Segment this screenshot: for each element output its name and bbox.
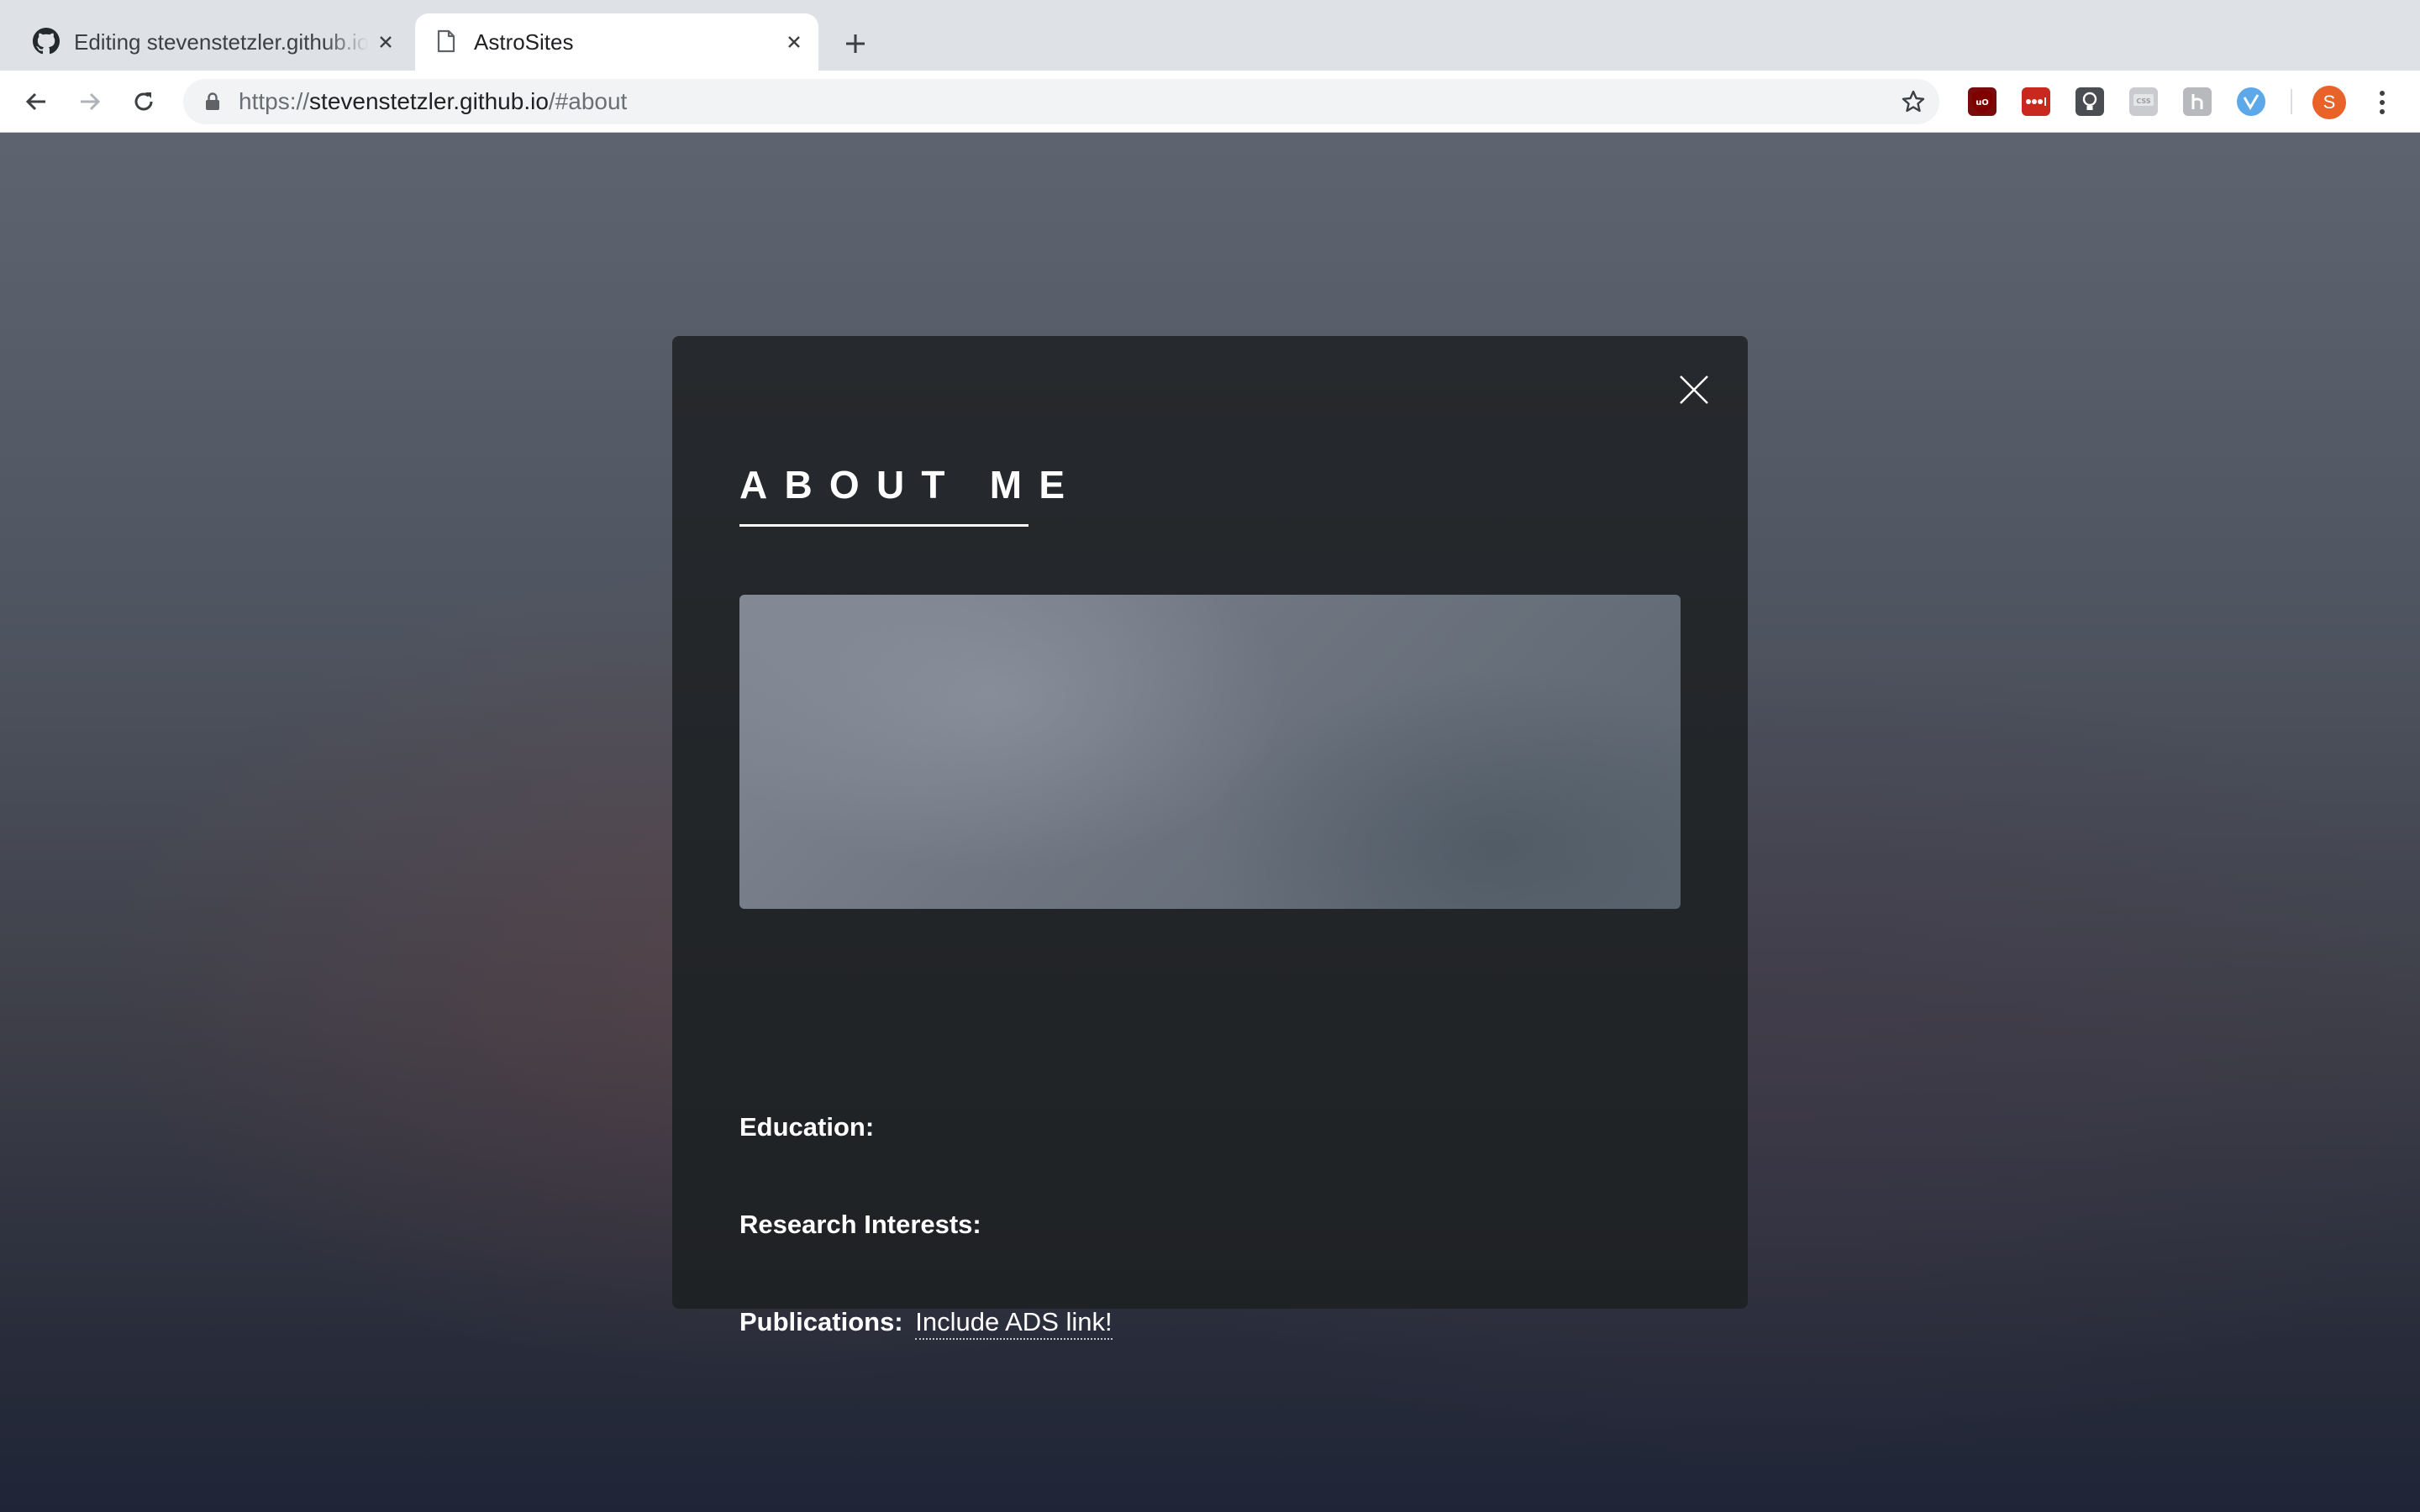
url-host: stevenstetzler.github.io [309, 88, 549, 114]
tab-editing[interactable]: Editing stevenstetzler.github.io [15, 13, 410, 71]
hypothesis-icon[interactable] [2183, 87, 2212, 116]
publications-row: Publications: Include ADS link! [739, 1307, 1113, 1340]
close-icon[interactable] [1677, 373, 1711, 407]
lock-icon [202, 91, 224, 113]
tab-bar: Editing stevenstetzler.github.io AstroSi… [0, 0, 2420, 71]
svg-text:uO: uO [1975, 98, 1989, 108]
page-background: ABOUT ME Education: Research Interests: … [0, 133, 2420, 1512]
lastpass-icon[interactable] [2022, 87, 2050, 116]
tab-title: Editing stevenstetzler.github.io [74, 29, 368, 55]
browser-toolbar: https://stevenstetzler.github.io/#about … [0, 71, 2420, 133]
back-button[interactable] [17, 82, 55, 121]
research-row: Research Interests: [739, 1210, 981, 1240]
toolbar-divider [2291, 89, 2292, 114]
plus-icon [846, 34, 865, 53]
profile-avatar[interactable]: S [2312, 86, 2346, 119]
arrow-right-icon [81, 92, 101, 111]
reload-button[interactable] [124, 82, 163, 121]
research-interests-label: Research Interests: [739, 1210, 981, 1239]
kebab-menu-icon[interactable] [2368, 84, 2396, 121]
tab-title: AstroSites [474, 29, 574, 55]
education-row: Education: [739, 1112, 874, 1142]
svg-text:CSS: CSS [2136, 97, 2150, 105]
address-bar[interactable]: https://stevenstetzler.github.io/#about [183, 79, 1939, 124]
title-underline [739, 524, 1028, 527]
bookmark-star-icon[interactable] [1901, 89, 1926, 114]
tab-astrosites[interactable]: AstroSites [415, 13, 818, 71]
forward-button[interactable] [71, 82, 109, 121]
ublock-origin-icon[interactable]: uO [1968, 87, 1996, 116]
vimium-icon[interactable] [2237, 87, 2265, 116]
arrow-left-icon [25, 92, 45, 111]
education-label: Education: [739, 1112, 875, 1142]
modal-title: ABOUT ME [739, 463, 1082, 507]
close-tab-icon[interactable] [373, 29, 398, 55]
url-path: /#about [548, 88, 628, 114]
page-icon [432, 27, 460, 55]
github-icon [32, 27, 60, 55]
close-tab-icon[interactable] [781, 29, 807, 55]
css-icon[interactable]: CSS [2129, 87, 2158, 116]
new-tab-button[interactable] [837, 25, 874, 62]
url-text[interactable]: https://stevenstetzler.github.io/#about [239, 79, 627, 124]
publications-label: Publications: [739, 1307, 903, 1336]
reload-icon [134, 92, 153, 111]
ads-link[interactable]: Include ADS link! [915, 1307, 1113, 1340]
idea-icon[interactable] [2075, 87, 2104, 116]
url-scheme: https:// [239, 88, 310, 114]
about-image [739, 595, 1681, 909]
about-modal: ABOUT ME Education: Research Interests: … [672, 336, 1748, 1340]
